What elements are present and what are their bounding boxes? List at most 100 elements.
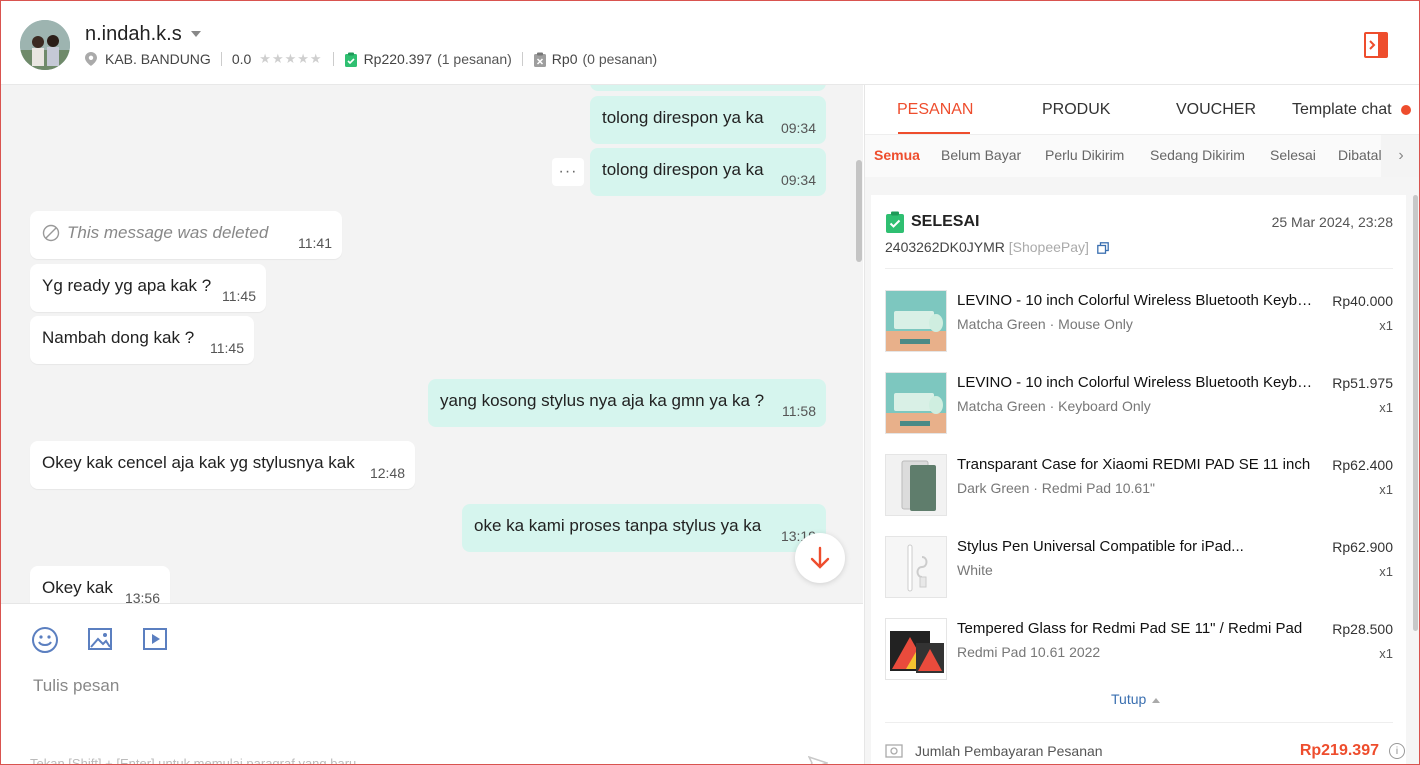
product-thumbnail-case[interactable] bbox=[885, 454, 947, 516]
message-text: Okey kak bbox=[42, 578, 113, 597]
panel-scrollbar[interactable] bbox=[1413, 195, 1418, 631]
collapse-items-button[interactable]: Tutup bbox=[1111, 691, 1161, 707]
collapse-label: Tutup bbox=[1111, 691, 1147, 707]
order-item[interactable]: Transparant Case for Xiaomi REDMI PAD SE… bbox=[885, 454, 1393, 516]
order-item[interactable]: LEVINO - 10 inch Colorful Wireless Bluet… bbox=[885, 290, 1393, 352]
message-bubble-deleted[interactable]: This message was deleted 11:41 bbox=[30, 211, 342, 259]
copy-icon[interactable] bbox=[1096, 242, 1109, 255]
product-thumbnail-stylus[interactable] bbox=[885, 536, 947, 598]
order-item[interactable]: LEVINO - 10 inch Colorful Wireless Bluet… bbox=[885, 372, 1393, 434]
chat-messages-area[interactable]: tolong direspon ya ka 09:34 ··· tolong d… bbox=[0, 85, 863, 603]
message-bubble-outgoing[interactable]: oke ka kami proses tanpa stylus ya ka 13… bbox=[462, 504, 826, 552]
order-complete-icon bbox=[886, 211, 904, 233]
divider bbox=[885, 722, 1393, 723]
message-text: This message was deleted bbox=[67, 223, 269, 242]
message-input[interactable]: Tulis pesan bbox=[33, 676, 119, 696]
receipt-icon bbox=[885, 744, 903, 758]
message-bubble-incoming[interactable]: Okey kak 13:56 bbox=[30, 566, 170, 603]
product-name[interactable]: Transparant Case for Xiaomi REDMI PAD SE… bbox=[957, 456, 1317, 473]
order-list[interactable]: SELESAI 25 Mar 2024, 23:28 2403262DK0JYM… bbox=[865, 177, 1420, 765]
chevron-right-icon[interactable]: › bbox=[1381, 135, 1420, 177]
user-avatar[interactable] bbox=[20, 20, 70, 70]
star-icon: ★ bbox=[284, 51, 297, 66]
message-time: 11:58 bbox=[782, 403, 816, 419]
send-icon[interactable] bbox=[807, 755, 830, 765]
filter-selesai[interactable]: Selesai bbox=[1270, 147, 1316, 163]
message-bubble-incoming[interactable]: Yg ready yg apa kak ? 11:45 bbox=[30, 264, 266, 312]
order-item[interactable]: Stylus Pen Universal Compatible for iPad… bbox=[885, 536, 1393, 598]
info-icon[interactable]: i bbox=[1389, 743, 1405, 759]
product-name[interactable]: Tempered Glass for Redmi Pad SE 11" / Re… bbox=[957, 620, 1317, 637]
order-id[interactable]: 2403262DK0JYMR bbox=[885, 239, 1005, 255]
username[interactable]: n.indah.k.s bbox=[85, 23, 182, 46]
order-panel: PESANAN PRODUK VOUCHER Template chat Sem… bbox=[864, 85, 1420, 765]
paid-orders-count: (1 pesanan) bbox=[437, 51, 512, 67]
more-options-button[interactable]: ··· bbox=[552, 158, 584, 186]
image-icon[interactable] bbox=[87, 626, 115, 654]
message-text: Nambah dong kak ? bbox=[42, 328, 195, 347]
product-price: Rp51.975 bbox=[1332, 375, 1393, 391]
message-bubble-incoming[interactable]: Nambah dong kak ? 11:45 bbox=[30, 316, 254, 364]
product-quantity: x1 bbox=[1379, 400, 1393, 415]
order-card[interactable]: SELESAI 25 Mar 2024, 23:28 2403262DK0JYM… bbox=[871, 195, 1406, 765]
product-name[interactable]: LEVINO - 10 inch Colorful Wireless Bluet… bbox=[957, 374, 1317, 391]
message-time: 09:34 bbox=[780, 120, 816, 136]
message-time: 09:34 bbox=[780, 172, 816, 188]
paid-amount: Rp220.397 bbox=[363, 51, 433, 67]
filter-semua[interactable]: Semua bbox=[874, 147, 920, 163]
order-total-row: Jumlah Pembayaran Pesanan Rp219.397 i bbox=[885, 742, 1405, 765]
scroll-to-bottom-button[interactable] bbox=[795, 533, 845, 583]
message-time: 12:48 bbox=[369, 465, 405, 481]
toggle-panel-icon[interactable] bbox=[1364, 32, 1388, 58]
emoji-icon[interactable] bbox=[31, 626, 59, 654]
tab-produk[interactable]: PRODUK bbox=[1042, 101, 1110, 119]
message-bubble-outgoing[interactable]: tolong direspon ya ka 09:34 bbox=[590, 96, 826, 144]
message-text: oke ka kami proses tanpa stylus ya ka bbox=[474, 516, 762, 535]
buyer-location: KAB. BANDUNG bbox=[105, 51, 211, 67]
order-total-value: Rp219.397 bbox=[1299, 742, 1379, 759]
message-time: 11:41 bbox=[298, 235, 332, 251]
chevron-down-icon[interactable] bbox=[191, 31, 201, 37]
product-variant: White bbox=[957, 562, 993, 578]
star-icon: ★ bbox=[271, 51, 284, 66]
message-bubble-outgoing[interactable]: yang kosong stylus nya aja ka gmn ya ka … bbox=[428, 379, 826, 427]
order-item[interactable]: Tempered Glass for Redmi Pad SE 11" / Re… bbox=[885, 618, 1393, 680]
order-status-filter: Semua Belum Bayar Perlu Dikirim Sedang D… bbox=[865, 135, 1420, 177]
order-date: 25 Mar 2024, 23:28 bbox=[1271, 214, 1393, 230]
divider bbox=[332, 52, 334, 66]
filter-belum-bayar[interactable]: Belum Bayar bbox=[941, 147, 1021, 163]
product-thumbnail-glass[interactable] bbox=[885, 618, 947, 680]
product-name[interactable]: Stylus Pen Universal Compatible for iPad… bbox=[957, 538, 1317, 555]
product-price: Rp62.900 bbox=[1332, 539, 1393, 555]
message-text: Yg ready yg apa kak ? bbox=[42, 276, 212, 295]
message-bubble-partial[interactable] bbox=[590, 85, 826, 91]
filter-perlu-dikirim[interactable]: Perlu Dikirim bbox=[1045, 147, 1124, 163]
message-bubble-incoming[interactable]: Okey kak cencel aja kak yg stylusnya kak… bbox=[30, 441, 415, 489]
chat-scrollbar[interactable] bbox=[856, 160, 862, 262]
order-id-row: 2403262DK0JYMR [ShopeePay] bbox=[885, 239, 1109, 255]
product-variant: Matcha Green · Mouse Only bbox=[957, 316, 1133, 332]
tab-voucher[interactable]: VOUCHER bbox=[1176, 101, 1256, 119]
tab-template-chat[interactable]: Template chat bbox=[1292, 101, 1392, 119]
message-time: 11:45 bbox=[222, 288, 256, 304]
product-thumbnail-keyboard[interactable] bbox=[885, 372, 947, 434]
message-text: tolong direspon ya ka bbox=[602, 108, 764, 127]
star-icon: ★ bbox=[259, 51, 271, 66]
message-text: tolong direspon ya ka bbox=[602, 160, 764, 179]
message-bubble-outgoing[interactable]: tolong direspon ya ka 09:34 bbox=[590, 148, 826, 196]
product-name[interactable]: LEVINO - 10 inch Colorful Wireless Bluet… bbox=[957, 292, 1317, 309]
product-quantity: x1 bbox=[1379, 646, 1393, 661]
video-icon[interactable] bbox=[142, 626, 170, 654]
cancelled-orders-count: (0 pesanan) bbox=[582, 51, 658, 67]
divider bbox=[885, 268, 1393, 269]
buyer-meta: KAB. BANDUNG 0.0 ★ ★ ★ ★ ★ Rp220.397 (1 pesa… bbox=[85, 50, 657, 68]
product-price: Rp62.400 bbox=[1332, 457, 1393, 473]
filter-sedang-dikirim[interactable]: Sedang Dikirim bbox=[1150, 147, 1245, 163]
product-thumbnail-keyboard[interactable] bbox=[885, 290, 947, 352]
rating-stars: ★ ★ ★ ★ ★ bbox=[259, 51, 322, 67]
message-time: 13:56 bbox=[124, 590, 160, 603]
tab-pesanan[interactable]: PESANAN bbox=[897, 101, 973, 119]
notification-dot bbox=[1401, 105, 1411, 115]
divider bbox=[220, 52, 222, 66]
order-status: SELESAI bbox=[885, 211, 979, 233]
